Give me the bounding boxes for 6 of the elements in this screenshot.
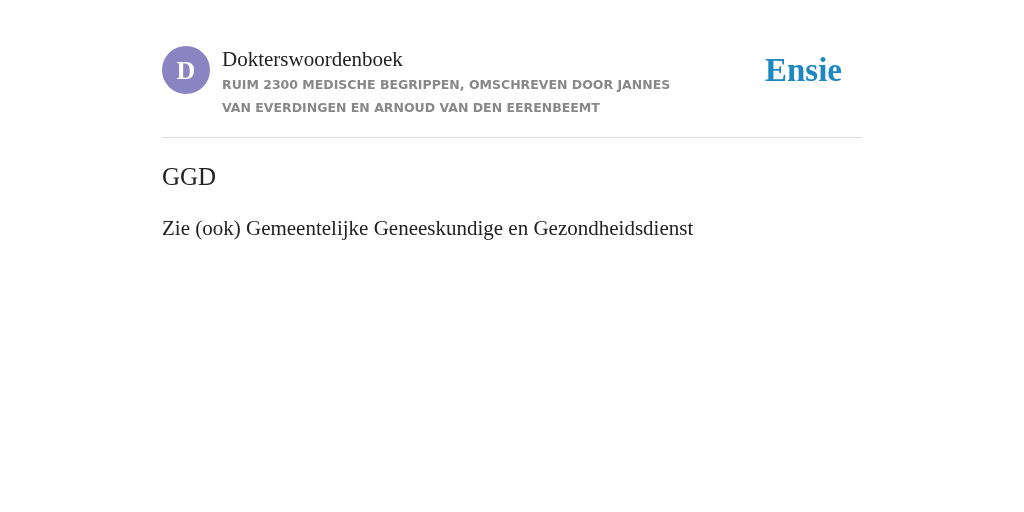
dictionary-subtitle: RUIM 2300 MEDISCHE BEGRIPPEN, OMSCHREVEN DOOR JANNES VAN EVERDINGEN EN ARNOUD VAN DEN EERENBEEMT [222, 76, 672, 117]
entry-definition: Zie (ook) Gemeentelijke Geneeskundige en Gezondheidsdienst [162, 215, 695, 242]
entry-term: GGD [162, 162, 218, 192]
dictionary-title: Dokterswoordenboek [222, 46, 404, 72]
avatar: D [162, 46, 210, 94]
site-logo[interactable]: Ensie [764, 52, 842, 88]
